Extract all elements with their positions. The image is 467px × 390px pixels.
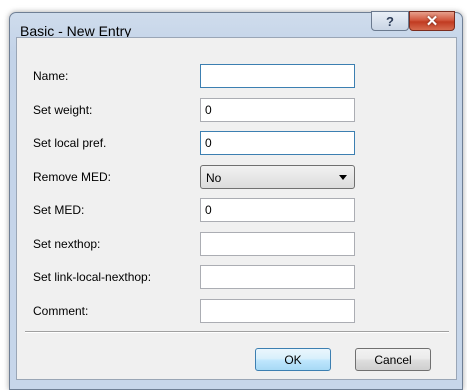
set-local-pref-row: Set local pref.: [17, 131, 456, 155]
set-link-local-nexthop-input[interactable]: [200, 265, 355, 289]
set-nexthop-input[interactable]: [200, 232, 355, 256]
set-weight-input[interactable]: [200, 98, 355, 122]
set-weight-label: Set weight:: [33, 103, 93, 117]
dialog-content: Name: Set weight: Set local pref. Remove…: [16, 37, 457, 380]
set-weight-row: Set weight:: [17, 98, 456, 122]
name-input[interactable]: [200, 64, 355, 88]
close-button[interactable]: ✕: [409, 11, 455, 31]
ok-button[interactable]: OK: [255, 348, 331, 371]
cancel-button[interactable]: Cancel: [355, 348, 431, 371]
comment-row: Comment:: [17, 299, 456, 323]
remove-med-row: Remove MED: No: [17, 165, 456, 189]
comment-input[interactable]: [200, 299, 355, 323]
remove-med-label: Remove MED:: [33, 170, 112, 184]
set-link-local-nexthop-label: Set link-local-nexthop:: [33, 270, 152, 284]
set-nexthop-row: Set nexthop:: [17, 232, 456, 256]
set-med-row: Set MED:: [17, 198, 456, 222]
remove-med-value: No: [206, 171, 222, 185]
set-local-pref-label: Set local pref.: [33, 136, 107, 150]
remove-med-dropdown[interactable]: No: [200, 165, 355, 189]
close-icon: ✕: [425, 13, 439, 30]
divider: [25, 331, 449, 333]
set-med-input[interactable]: [200, 198, 355, 222]
name-row: Name:: [17, 64, 456, 88]
set-link-local-nexthop-row: Set link-local-nexthop:: [17, 265, 456, 289]
help-button[interactable]: ?: [371, 11, 409, 31]
name-label: Name:: [33, 69, 69, 83]
set-med-label: Set MED:: [33, 203, 85, 217]
help-icon: ?: [386, 13, 394, 29]
comment-label: Comment:: [33, 304, 89, 318]
chevron-down-icon: [339, 175, 347, 180]
set-nexthop-label: Set nexthop:: [33, 237, 101, 251]
set-local-pref-input[interactable]: [200, 131, 355, 155]
